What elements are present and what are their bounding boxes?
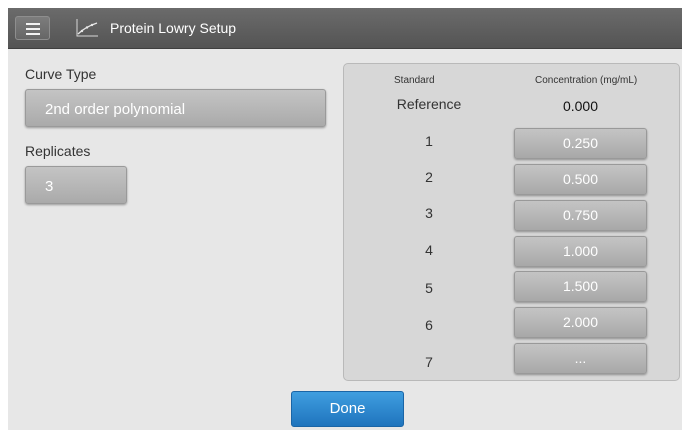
standard-number: 7 bbox=[425, 354, 433, 370]
standard-number: 4 bbox=[425, 242, 433, 258]
concentration-field-7[interactable]: ... bbox=[514, 343, 647, 374]
app-screen: Protein Lowry Setup Curve Type 2nd order… bbox=[8, 8, 682, 430]
column-header-concentration: Concentration (mg/mL) bbox=[535, 75, 638, 86]
replicates-select[interactable]: 3 bbox=[25, 166, 127, 204]
curve-type-value: 2nd order polynomial bbox=[45, 101, 186, 118]
reference-label: Reference bbox=[396, 96, 462, 112]
standard-number: 1 bbox=[425, 133, 433, 149]
replicates-label: Replicates bbox=[25, 143, 91, 159]
hamburger-menu-icon bbox=[26, 23, 40, 38]
standard-curve-icon bbox=[76, 19, 98, 37]
standard-number: 2 bbox=[425, 169, 433, 185]
standards-table: Standard Concentration (mg/mL) Reference… bbox=[343, 63, 680, 381]
concentration-field-2[interactable]: 0.500 bbox=[514, 164, 647, 195]
reference-value: 0.000 bbox=[562, 98, 599, 114]
concentration-field-3[interactable]: 0.750 bbox=[514, 200, 647, 231]
column-header-standard: Standard bbox=[394, 75, 435, 86]
standard-number: 5 bbox=[425, 280, 433, 296]
concentration-field-6[interactable]: 2.000 bbox=[514, 307, 647, 338]
top-bar: Protein Lowry Setup bbox=[8, 8, 682, 49]
curve-type-select[interactable]: 2nd order polynomial bbox=[25, 89, 326, 127]
concentration-field-5[interactable]: 1.500 bbox=[514, 271, 647, 302]
menu-button[interactable] bbox=[15, 16, 50, 40]
done-button[interactable]: Done bbox=[291, 391, 404, 427]
concentration-field-4[interactable]: 1.000 bbox=[514, 236, 647, 267]
standard-number: 3 bbox=[425, 205, 433, 221]
page-title: Protein Lowry Setup bbox=[110, 20, 237, 36]
standard-number: 6 bbox=[425, 317, 433, 333]
concentration-field-1[interactable]: 0.250 bbox=[514, 128, 647, 159]
curve-type-label: Curve Type bbox=[25, 66, 97, 82]
replicates-value: 3 bbox=[45, 178, 54, 195]
